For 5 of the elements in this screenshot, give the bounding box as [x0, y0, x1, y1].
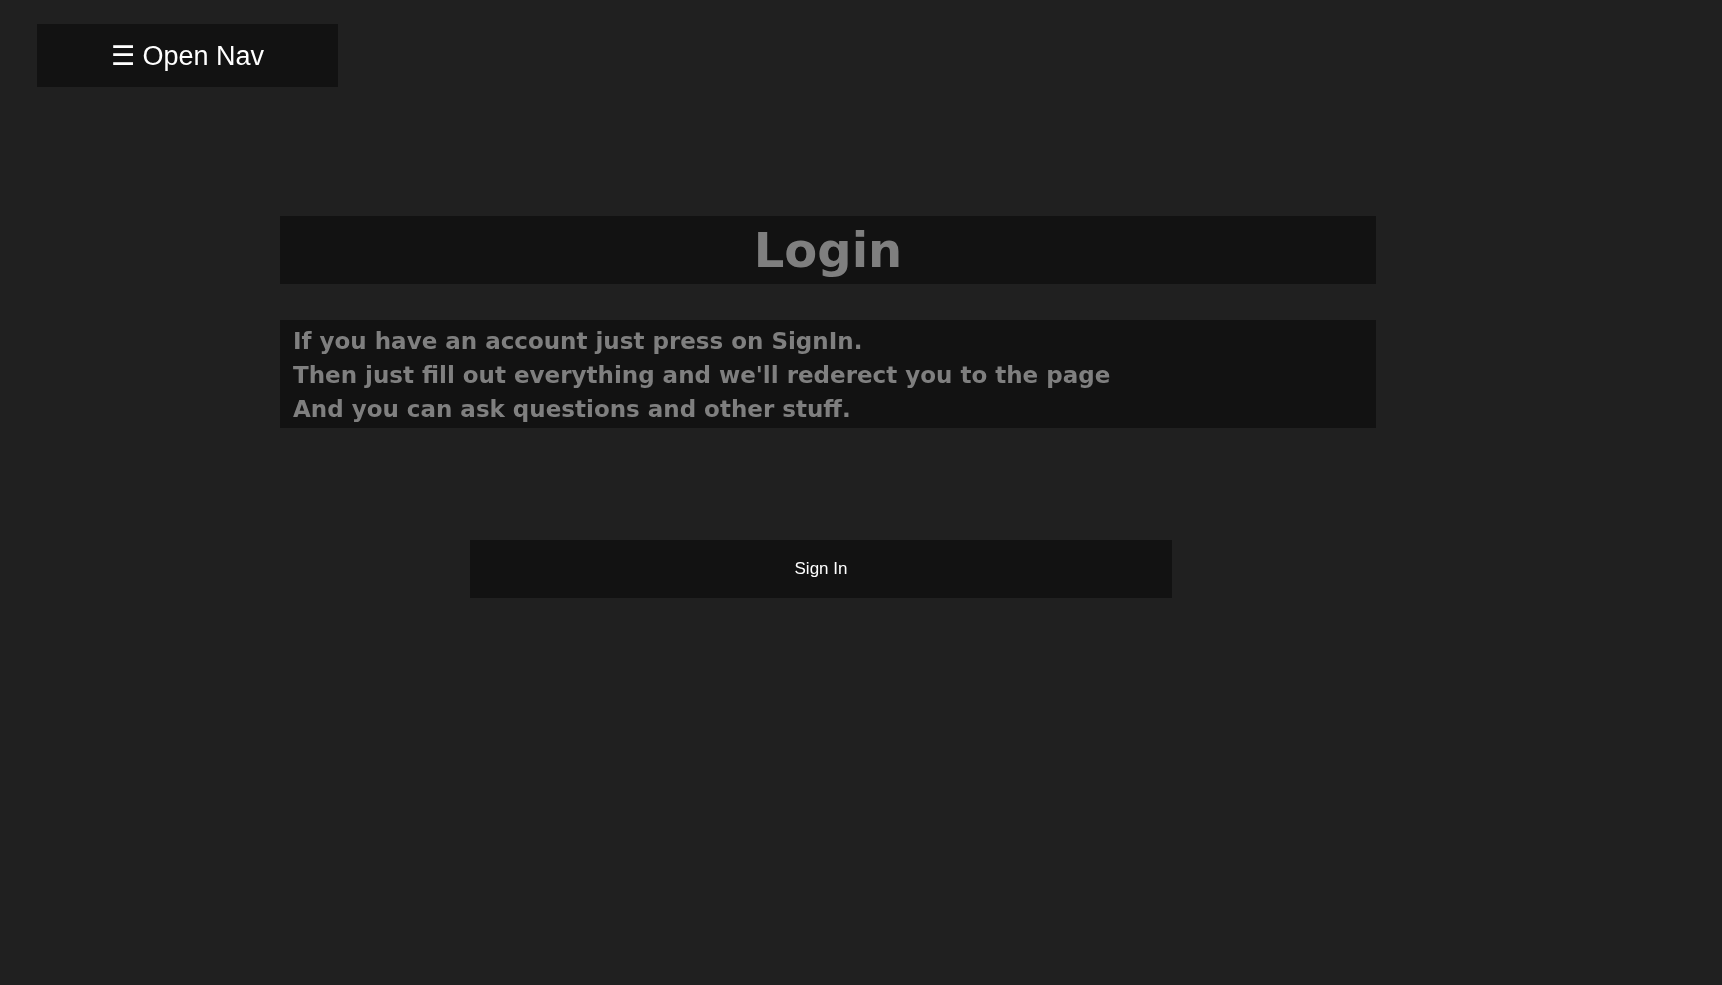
intro-text: Then just fill out everything and we'll rederect you to the page [293, 361, 1112, 390]
open-nav-button[interactable]: ☰ Open Nav [37, 24, 338, 87]
sign-in-button[interactable]: Sign In [470, 540, 1172, 598]
intro-text: And you can ask questions and other stuff. [293, 395, 852, 424]
intro-text: If you have an account just press on SignIn. [293, 327, 864, 356]
